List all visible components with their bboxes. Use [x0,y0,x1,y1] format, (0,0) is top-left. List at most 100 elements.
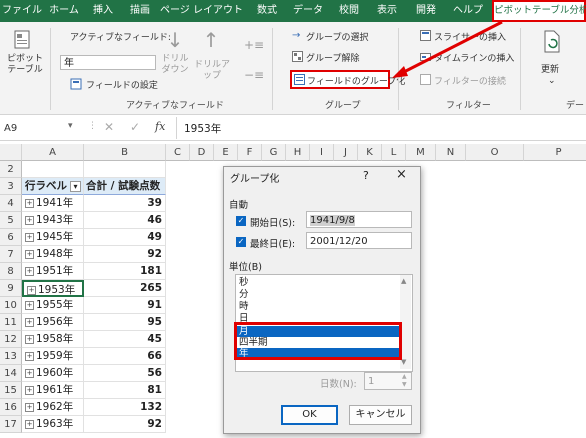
cancel-entry-icon[interactable]: ✕ [104,120,114,134]
select-all-corner[interactable] [0,144,22,161]
unit-seconds[interactable]: 秒 [237,277,399,288]
insert-function-icon[interactable]: fx [155,120,165,133]
row-header[interactable]: 16 [0,399,22,416]
row-header[interactable]: 8 [0,263,22,280]
expand-icon[interactable]: + [25,334,34,344]
row-label-text: 1960年 [36,367,74,379]
sum-value-cell[interactable]: 181 [84,263,166,280]
sum-value-cell[interactable]: 265 [84,280,166,297]
row-header[interactable]: 17 [0,416,22,433]
start-checkbox[interactable]: ✓ [236,216,246,226]
cell-row-label[interactable]: +1955年 [22,297,84,314]
scroll-up-icon[interactable]: ▲ [401,277,406,285]
cell-row-label[interactable]: +1948年 [22,246,84,263]
sum-value-cell[interactable]: 49 [84,229,166,246]
cell-row-label[interactable] [22,161,84,178]
help-button[interactable]: ? [363,169,369,182]
cell-row-label[interactable]: +1963年 [22,416,84,433]
cell-row-label[interactable]: +1959年 [22,348,84,365]
sum-value-cell[interactable]: 92 [84,246,166,263]
row-header[interactable]: 15 [0,382,22,399]
cell-row-label[interactable]: +1945年 [22,229,84,246]
row-header[interactable]: 5 [0,212,22,229]
cell-row-label[interactable]: +1958年 [22,331,84,348]
cell-row-label[interactable]: +1956年 [22,314,84,331]
row-header[interactable]: 11 [0,314,22,331]
col-header-j[interactable]: J [334,144,358,161]
expand-icon[interactable]: + [25,266,34,276]
col-header-a[interactable]: A [22,144,84,161]
expand-icon[interactable]: + [25,215,34,225]
cell-row-label[interactable]: +1943年 [22,212,84,229]
col-header-f[interactable]: F [238,144,262,161]
row-header[interactable]: 4 [0,195,22,212]
cell-row-label[interactable]: +1960年 [22,365,84,382]
sum-value-cell[interactable]: 91 [84,297,166,314]
expand-icon[interactable]: + [25,419,34,429]
close-button[interactable]: × [396,167,407,182]
unit-hours[interactable]: 時 [237,301,399,312]
sum-value-cell[interactable]: 56 [84,365,166,382]
expand-icon[interactable]: + [25,300,34,310]
sum-value-cell[interactable]: 92 [84,416,166,433]
col-header-b[interactable]: B [84,144,166,161]
cell-row-label[interactable]: 行ラベル ▾ [22,178,84,195]
unit-minutes[interactable]: 分 [237,289,399,300]
col-header-e[interactable]: E [214,144,238,161]
days-spinner-icon[interactable]: ▲ ▼ [402,373,407,389]
col-header-p[interactable]: P [524,144,586,161]
expand-icon[interactable]: + [25,249,34,259]
expand-icon[interactable]: + [25,351,34,361]
col-header-o[interactable]: O [466,144,524,161]
row-header[interactable]: 12 [0,331,22,348]
formula-content[interactable]: 1953年 [184,121,221,136]
row-header[interactable]: 3 [0,178,22,195]
col-header-k[interactable]: K [358,144,382,161]
sum-value-cell[interactable] [84,161,166,178]
sum-value-cell[interactable]: 66 [84,348,166,365]
expand-icon[interactable]: + [25,198,34,208]
cell-row-label[interactable]: +1962年 [22,399,84,416]
cancel-button[interactable]: キャンセル [349,405,412,425]
col-header-c[interactable]: C [166,144,190,161]
col-header-n[interactable]: N [436,144,466,161]
col-header-i[interactable]: I [310,144,334,161]
sum-value-cell[interactable]: 46 [84,212,166,229]
col-header-h[interactable]: H [286,144,310,161]
expand-icon[interactable]: + [27,285,36,295]
ok-button[interactable]: OK [281,405,338,425]
row-header[interactable]: 7 [0,246,22,263]
sum-value-cell[interactable]: 45 [84,331,166,348]
end-checkbox[interactable]: ✓ [236,237,246,247]
name-box-dropdown-icon[interactable]: ▾ [68,121,73,131]
expand-icon[interactable]: + [25,317,34,327]
active-cell[interactable]: +1953年 [22,280,84,297]
row-header[interactable]: 13 [0,348,22,365]
row-header[interactable]: 10 [0,297,22,314]
cell-row-label[interactable]: +1961年 [22,382,84,399]
cell-row-label[interactable]: +1941年 [22,195,84,212]
col-header-l[interactable]: L [382,144,406,161]
row-header[interactable]: 9 [0,280,22,297]
col-header-m[interactable]: M [406,144,436,161]
row-header[interactable]: 6 [0,229,22,246]
expand-icon[interactable]: + [25,232,34,242]
col-header-d[interactable]: D [190,144,214,161]
start-date-input[interactable]: 1941/9/8 [306,211,412,228]
sum-header-cell[interactable]: 合計 / 試験点数 [84,178,166,195]
sum-value-cell[interactable]: 81 [84,382,166,399]
expand-icon[interactable]: + [25,385,34,395]
expand-icon[interactable]: + [25,368,34,378]
sum-value-cell[interactable]: 39 [84,195,166,212]
confirm-entry-icon[interactable]: ✓ [130,120,140,134]
name-box[interactable]: A9 [4,121,74,136]
expand-icon[interactable]: + [25,402,34,412]
row-header[interactable]: 2 [0,161,22,178]
col-header-g[interactable]: G [262,144,286,161]
end-date-input[interactable]: 2001/12/20 [306,232,412,249]
row-header[interactable]: 14 [0,365,22,382]
cell-row-label[interactable]: +1951年 [22,263,84,280]
filter-dropdown-icon[interactable]: ▾ [70,180,81,192]
sum-value-cell[interactable]: 132 [84,399,166,416]
sum-value-cell[interactable]: 95 [84,314,166,331]
